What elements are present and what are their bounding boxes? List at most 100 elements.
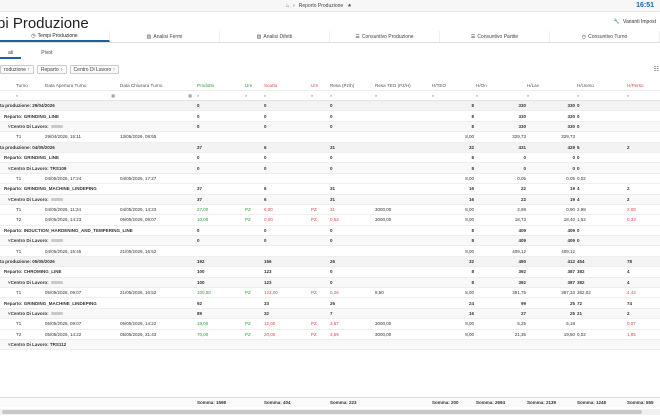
grid-settings-icon[interactable]: ☷ <box>654 66 659 73</box>
column-filter[interactable]: ▦ <box>120 91 192 100</box>
group-row[interactable]: ˅ Centro Di Lavoro: 0 0 0 8 409 409 0 <box>0 236 660 247</box>
column-header[interactable]: Um <box>311 80 329 90</box>
group-row[interactable]: ˅ Centro Di Lavoro: 37 6 31 16 22 19 4 2 <box>0 194 660 205</box>
cell-hteo: 8 <box>471 165 474 171</box>
column-header[interactable]: Data Chiusura Turno <box>120 80 195 90</box>
column-header[interactable]: Data Apertura Turno <box>45 80 118 90</box>
tab-consuntivo-turno[interactable]: ◷ Consuntivo Turno <box>550 31 660 42</box>
cell-hteo: 24 <box>468 300 474 306</box>
star-icon[interactable]: ★ <box>347 3 351 9</box>
column-header[interactable]: Prodotto <box>197 80 244 90</box>
column-filter[interactable]: ⌕ <box>264 91 307 100</box>
column-filter[interactable]: ⌕ <box>627 91 657 100</box>
list-icon: ☰ <box>355 33 360 40</box>
column-filter[interactable]: ▦ <box>45 91 115 100</box>
group-row[interactable]: Reparto: GRINDING_MACHINE_LINDEPING 37 6 31… <box>0 184 660 195</box>
cell-hon: 0 <box>523 165 526 171</box>
cell-hteo: 8 <box>471 113 474 119</box>
column-filter[interactable]: ⌕ <box>197 91 241 100</box>
table-row[interactable]: T1 05/05/2026, 09:07 05/05/2026, 14:22 19,0… <box>0 319 660 330</box>
column-filter[interactable]: ⌕ <box>432 91 471 100</box>
table-row[interactable]: T1 04/05/2026, 17:24 04/05/2026, 17:27 8,00… <box>0 174 660 185</box>
tab-consuntivo-produzione[interactable]: ☰ Consuntivo Produzione <box>330 31 440 42</box>
cell-huomo: 382 <box>577 269 585 275</box>
group-label-text: ta produzione: 05/05/2026 <box>0 259 55 265</box>
column-header[interactable]: Scarto <box>264 80 310 90</box>
column-filter[interactable]: ⌕ <box>16 91 41 100</box>
scrollbar-thumb[interactable] <box>2 410 642 414</box>
group-row[interactable]: ˅ Centro Di Lavoro: 100 123 0 8 392 387 382 4 <box>0 277 660 289</box>
tab-analisi-fermi[interactable]: ▥ Analisi Fermi <box>110 31 220 42</box>
tab-consuntivo-partite[interactable]: ☰ Consuntivo Partite <box>440 31 550 42</box>
group-row[interactable]: ˅ Centro Di Lavoro: TRS109 0 0 0 8 0 0 0 <box>0 163 660 174</box>
cell-scarto: 0 <box>264 113 267 119</box>
group-row[interactable]: ta produzione: 29/04/2026 0 0 0 8 330 330 0 <box>0 101 660 112</box>
group-label: ˅ Centro Di Lavoro: TRS109 <box>8 163 198 172</box>
cell-huomo: 382 <box>577 279 585 285</box>
subtab-dati[interactable]: ati <box>0 48 22 59</box>
group-row[interactable]: Reparto: INDUCTION_HARDENING_AND_TEMPERI… <box>0 226 660 237</box>
group-chip-reparto[interactable]: Reparto ↑ <box>36 65 67 74</box>
group-row[interactable]: ˅ Centro Di Lavoro: 89 32 7 16 27 25 21 2 <box>0 308 660 320</box>
table-row[interactable]: T1 04/05/2026, 11:24 04/05/2026, 14:23 27,0… <box>0 205 660 216</box>
table-row[interactable]: T1 29/04/2026, 15:11 13/05/2026, 08:55 8,00… <box>0 132 660 143</box>
column-header[interactable]: Resa (Pz/h) <box>330 80 374 90</box>
cell-prod: 192 <box>197 259 205 265</box>
group-row[interactable]: Reparto: GRINDING_LINE 0 0 0 8 330 330 0 <box>0 111 660 122</box>
cell-hon: 99 <box>520 300 526 306</box>
table-row[interactable]: T2 04/05/2026, 14:23 05/05/2026, 09:07 10,0… <box>0 215 660 226</box>
varianti-button[interactable]: 🔧 Varianti Impost <box>614 19 656 25</box>
table-row[interactable]: T1 04/05/2026, 15:45 21/05/2026, 16:52 8,00… <box>0 246 660 257</box>
group-row[interactable]: ta produzione: 04/05/2026 37 6 31 32 431 429 5 2 <box>0 142 660 153</box>
cell-hon: 22 <box>520 196 526 202</box>
horizontal-scrollbar[interactable] <box>0 409 660 415</box>
group-row[interactable]: ˅ Centro Di Lavoro: 0 0 0 8 330 330 0 <box>0 121 660 133</box>
cell-scarto: 6,00 <box>264 207 273 213</box>
column-filter[interactable]: ⌕ <box>476 91 523 100</box>
cell-hteo: 8 <box>471 227 474 233</box>
column-header[interactable]: Resa TEO (Pz/H) <box>375 80 431 90</box>
cell-hperso: 2 <box>627 196 630 202</box>
tab-analisi-difetti[interactable]: ▥ Analisi Difetti <box>220 31 330 42</box>
group-row[interactable]: Reparto: GRINDING_LINE 0 0 0 8 0 0 0 <box>0 153 660 164</box>
cell-hlav: 330 <box>567 113 575 119</box>
column-filter[interactable]: ⌕ <box>577 91 622 100</box>
tab-label: Tempi Produzione <box>37 32 78 39</box>
breadcrumb-current[interactable]: Reporto Produzione <box>299 3 343 9</box>
cell-hlav: 19 <box>569 196 575 202</box>
group-chip-produzione[interactable]: roduzione ↑ <box>0 65 34 74</box>
search-icon: ⌕ <box>197 93 200 98</box>
column-header[interactable]: Um <box>245 80 263 90</box>
cell-um2: PZ <box>311 331 317 337</box>
table-row[interactable]: T2 05/05/2026, 14:22 05/05/2026, 21:43 70,0… <box>0 330 660 340</box>
cell-hperso: 0,33 <box>627 217 636 223</box>
subtab-pivot[interactable]: Pivot <box>33 48 60 59</box>
group-row[interactable]: Reparto: GRINDING_MACHINE_LINDEPING 92 33 2… <box>0 298 660 309</box>
cell-resa: 31 <box>330 144 336 150</box>
column-header[interactable]: H/Perso <box>627 80 660 90</box>
cell-turno: T2 <box>16 217 22 223</box>
column-filter[interactable]: ⌕ <box>245 91 260 100</box>
cell-hon: 490 <box>518 259 526 265</box>
group-row[interactable]: ˅ Centro Di Lavoro: TRS112 <box>0 339 660 351</box>
cell-hlav: 387 <box>567 279 575 285</box>
column-filter[interactable]: ⌕ <box>311 91 326 100</box>
calendar-icon: ▦ <box>188 93 192 98</box>
group-label: Reparto: GRINDING_LINE <box>4 153 194 162</box>
column-filter[interactable]: ⌕ <box>375 91 428 100</box>
column-header[interactable]: H/Uomo <box>577 80 625 90</box>
group-row[interactable]: ta produzione: 05/05/2026 192 156 26 32 490 41… <box>0 256 660 268</box>
column-header[interactable]: H/On <box>476 80 526 90</box>
column-filter[interactable]: ⌕ <box>527 91 572 100</box>
column-header[interactable]: H/TEO <box>432 80 474 90</box>
cell-resa: 0 <box>330 103 333 109</box>
group-row[interactable]: Reparto: CHROMING_LINE 100 123 0 8 392 387 382 4 <box>0 267 660 278</box>
table-row[interactable]: T1 05/05/2026, 09:07 21/05/2026, 16:52 100,… <box>0 288 660 299</box>
group-chip-centro[interactable]: Centro Di Lavoro ↑ <box>69 65 120 74</box>
home-icon[interactable]: ⌂ <box>286 3 289 9</box>
group-label: ˅ Centro Di Lavoro: TRS112 <box>8 340 198 349</box>
tab-tempi-produzione[interactable]: ◷ Tempi Produzione <box>0 31 110 42</box>
column-filter[interactable]: ⌕ <box>330 91 371 100</box>
column-header[interactable]: H/Lav <box>527 80 575 90</box>
column-header[interactable]: Turno <box>16 80 44 90</box>
